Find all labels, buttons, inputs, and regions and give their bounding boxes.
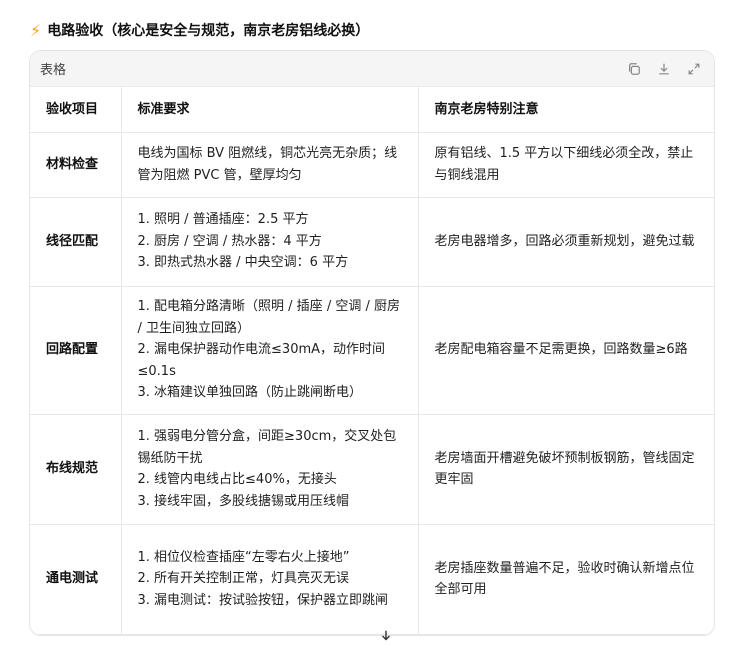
table-row: 线径匹配 1. 照明 / 普通插座：2.5 平方 2. 厨房 / 空调 / 热水… (30, 197, 714, 287)
requirement-line: 3. 冰箱建议单独回路（防止跳闸断电） (137, 385, 363, 401)
row-requirements: 1. 相位仪检查插座“左零右火上接地” 2. 所有开关控制正常，灯具亮灭无误 3… (121, 524, 419, 635)
requirement-line: 3. 漏电测试：按试验按钮，保护器立即跳闸 (137, 592, 389, 608)
expand-icon[interactable] (686, 61, 702, 77)
row-requirements: 1. 配电箱分路清晰（照明 / 插座 / 空调 / 厨房 / 卫生间独立回路） … (121, 286, 419, 415)
download-icon[interactable] (656, 61, 672, 77)
table-card-title: 表格 (40, 63, 67, 78)
table-header-row: 验收项目 标准要求 南京老房特别注意 (30, 87, 714, 133)
section-heading: ⚡ 电路验收（核心是安全与规范，南京老房铝线必换） (30, 20, 369, 40)
table-row: 通电测试 1. 相位仪检查插座“左零右火上接地” 2. 所有开关控制正常，灯具亮… (30, 524, 714, 635)
row-requirements: 1. 强弱电分管分盒，间距≥30cm，交叉处包锡纸防干扰 2. 线管内电线占比≤… (121, 414, 419, 525)
table-row: 材料检查 电线为国标 BV 阻燃线，铜芯光亮无杂质；线管为阻燃 PVC 管，壁厚… (30, 132, 714, 198)
requirement-line: 1. 配电箱分路清晰（照明 / 插座 / 空调 / 厨房 / 卫生间独立回路） (137, 299, 400, 336)
table-row: 布线规范 1. 强弱电分管分盒，间距≥30cm，交叉处包锡纸防干扰 2. 线管内… (30, 414, 714, 525)
row-note: 老房电器增多，回路必须重新规划，避免过载 (418, 197, 714, 287)
header-requirements: 标准要求 (121, 87, 419, 133)
lightning-bolt-icon: ⚡ (30, 20, 42, 40)
row-item: 通电测试 (30, 524, 122, 635)
requirement-line: 3. 即热式热水器 / 中央空调：6 平方 (137, 255, 349, 271)
requirement-line: 电线为国标 BV 阻燃线，铜芯光亮无杂质；线管为阻燃 PVC 管，壁厚均匀 (137, 146, 398, 183)
row-requirements: 1. 照明 / 普通插座：2.5 平方 2. 厨房 / 空调 / 热水器：4 平… (121, 197, 419, 287)
row-note: 原有铝线、1.5 平方以下细线必须全改，禁止与铜线混用 (418, 132, 714, 198)
row-note: 老房插座数量普遍不足，验收时确认新增点位全部可用 (418, 524, 714, 635)
copy-icon[interactable] (626, 61, 642, 77)
table-card-header: 表格 (30, 51, 714, 87)
row-item: 线径匹配 (30, 197, 122, 287)
requirement-line: 1. 照明 / 普通插座：2.5 平方 (137, 212, 309, 228)
scroll-down-icon[interactable] (376, 626, 396, 646)
row-item: 布线规范 (30, 414, 122, 525)
requirement-line: 2. 所有开关控制正常，灯具亮灭无误 (137, 571, 350, 587)
requirement-line: 2. 线管内电线占比≤40%，无接头 (137, 472, 337, 487)
table-row: 回路配置 1. 配电箱分路清晰（照明 / 插座 / 空调 / 厨房 / 卫生间独… (30, 286, 714, 415)
header-note: 南京老房特别注意 (418, 87, 714, 133)
row-item: 材料检查 (30, 132, 122, 198)
requirement-line: 2. 漏电保护器动作电流≤30mA，动作时间≤0.1s (137, 342, 386, 379)
header-item: 验收项目 (30, 87, 122, 133)
row-note: 老房墙面开槽避免破坏预制板钢筋，管线固定更牢固 (418, 414, 714, 525)
row-requirements: 电线为国标 BV 阻燃线，铜芯光亮无杂质；线管为阻燃 PVC 管，壁厚均匀 (121, 132, 419, 198)
row-item: 回路配置 (30, 286, 122, 415)
requirement-line: 3. 接线牢固，多股线搪锡或用压线帽 (137, 493, 350, 509)
requirement-line: 1. 强弱电分管分盒，间距≥30cm，交叉处包锡纸防干扰 (137, 429, 397, 466)
section-heading-text: 电路验收（核心是安全与规范，南京老房铝线必换） (47, 23, 370, 39)
table-toolbar (626, 61, 702, 77)
table-card: 表格 验收项目 标准要求 南京老房特别注意 材料检查 电线为国标 BV 阻燃线，… (29, 50, 715, 636)
requirement-line: 1. 相位仪检查插座“左零右火上接地” (137, 549, 350, 565)
acceptance-table: 验收项目 标准要求 南京老房特别注意 材料检查 电线为国标 BV 阻燃线，铜芯光… (30, 87, 714, 635)
requirement-line: 2. 厨房 / 空调 / 热水器：4 平方 (137, 233, 322, 249)
row-note: 老房配电箱容量不足需更换，回路数量≥6路 (418, 286, 714, 415)
